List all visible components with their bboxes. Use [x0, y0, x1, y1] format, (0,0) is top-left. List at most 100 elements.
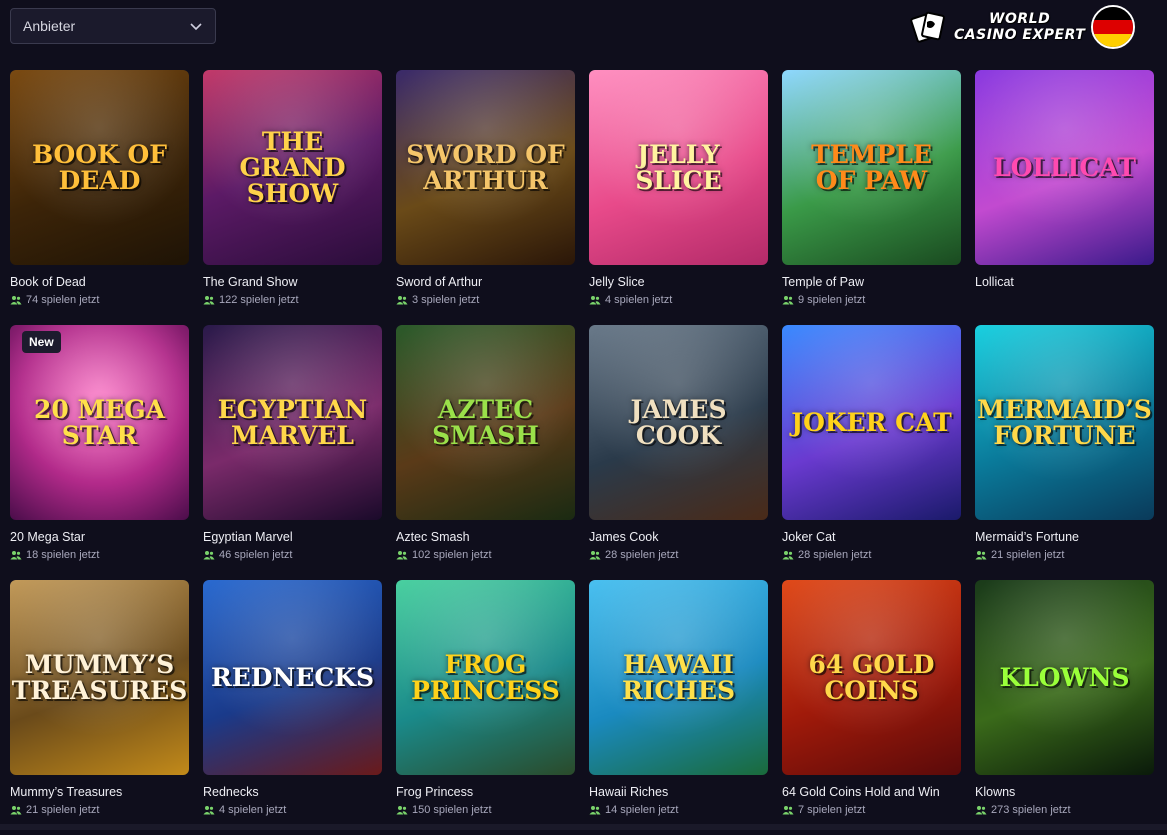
game-title[interactable]: Mummy’s Treasures: [10, 785, 189, 799]
provider-filter-label: Anbieter: [23, 18, 76, 34]
users-icon: [10, 806, 22, 815]
provider-filter-select[interactable]: Anbieter: [10, 8, 216, 44]
game-logo-art: Joker Cat: [791, 407, 952, 437]
game-thumbnail[interactable]: Jelly Slice: [589, 70, 768, 265]
new-badge: New: [22, 331, 61, 353]
game-title[interactable]: Book of Dead: [10, 275, 189, 289]
game-card[interactable]: Frog Princess Frog Princess 150 spielen je…: [396, 580, 575, 835]
game-logo-art: Hawaii Riches: [621, 649, 736, 705]
game-title[interactable]: James Cook: [589, 530, 768, 544]
game-card[interactable]: 64 Gold Coins 64 Gold Coins Hold and Win 7…: [782, 580, 961, 835]
game-logo-art: Sword of Arthur: [406, 139, 565, 195]
game-thumbnail[interactable]: Frog Princess: [396, 580, 575, 775]
game-logo-art: 20 Mega Star: [34, 394, 165, 450]
game-card[interactable]: Sword of Arthur Sword of Arthur 3 spielen …: [396, 70, 575, 325]
game-title[interactable]: Jelly Slice: [589, 275, 768, 289]
players-count-text: 102 spielen jetzt: [412, 549, 492, 561]
game-title[interactable]: 64 Gold Coins Hold and Win: [782, 785, 961, 799]
logo-line-2: CASINO EXPERT: [954, 27, 1086, 43]
germany-flag-icon[interactable]: [1091, 5, 1136, 49]
game-thumbnail[interactable]: Aztec Smash: [396, 325, 575, 520]
game-thumbnail[interactable]: Joker Cat: [782, 325, 961, 520]
players-count-text: 7 spielen jetzt: [798, 804, 866, 816]
game-thumbnail[interactable]: Sword of Arthur: [396, 70, 575, 265]
users-icon: [203, 296, 215, 305]
players-count: 74 spielen jetzt: [10, 294, 189, 306]
game-title[interactable]: Joker Cat: [782, 530, 961, 544]
game-title[interactable]: Frog Princess: [396, 785, 575, 799]
chevron-down-icon: [190, 23, 202, 31]
game-thumbnail[interactable]: Rednecks: [203, 580, 382, 775]
game-card[interactable]: Book of Dead Book of Dead 74 spielen jetzt: [10, 70, 189, 325]
players-count-text: 4 spielen jetzt: [605, 294, 673, 306]
players-count: 4 spielen jetzt: [589, 294, 768, 306]
game-thumbnail[interactable]: 64 Gold Coins: [782, 580, 961, 775]
game-card[interactable]: Mummy’s Treasures Mummy’s Treasures 21 spi…: [10, 580, 189, 835]
game-logo-art: Jelly Slice: [635, 139, 722, 195]
game-logo-art: Aztec Smash: [432, 394, 539, 450]
game-logo-art: Egyptian Marvel: [217, 394, 368, 450]
game-logo-art: Book of Dead: [31, 139, 168, 195]
users-icon: [589, 551, 601, 560]
players-count-text: 9 spielen jetzt: [798, 294, 866, 306]
players-count: 21 spielen jetzt: [10, 804, 189, 816]
game-thumbnail[interactable]: The Grand Show: [203, 70, 382, 265]
game-title[interactable]: Sword of Arthur: [396, 275, 575, 289]
users-icon: [396, 551, 408, 560]
game-title[interactable]: Lollicat: [975, 275, 1154, 289]
game-card[interactable]: Klowns Klowns 273 spielen jetzt: [975, 580, 1154, 835]
players-count: 4 spielen jetzt: [203, 804, 382, 816]
game-card[interactable]: Mermaid’s Fortune Mermaid’s Fortune 21 spi…: [975, 325, 1154, 580]
game-logo-art: Rednecks: [210, 662, 375, 692]
game-card[interactable]: Rednecks Rednecks 4 spielen jetzt: [203, 580, 382, 835]
game-logo-art: Mummy’s Treasures: [11, 649, 188, 705]
game-card[interactable]: Lollicat Lollicat: [975, 70, 1154, 325]
game-card[interactable]: Jelly Slice Jelly Slice 4 spielen jetzt: [589, 70, 768, 325]
game-thumbnail[interactable]: Egyptian Marvel: [203, 325, 382, 520]
game-thumbnail[interactable]: Hawaii Riches: [589, 580, 768, 775]
game-thumbnail[interactable]: Mermaid’s Fortune: [975, 325, 1154, 520]
world-casino-expert-logo[interactable]: WORLD CASINO EXPERT: [910, 5, 1140, 49]
game-card[interactable]: Temple of Paw Temple of Paw 9 spielen jetz…: [782, 70, 961, 325]
players-count-text: 14 spielen jetzt: [605, 804, 679, 816]
game-thumbnail[interactable]: Book of Dead: [10, 70, 189, 265]
players-count-text: 46 spielen jetzt: [219, 549, 293, 561]
game-card[interactable]: James Cook James Cook 28 spielen jetzt: [589, 325, 768, 580]
players-count: 150 spielen jetzt: [396, 804, 575, 816]
game-title[interactable]: Rednecks: [203, 785, 382, 799]
users-icon: [782, 551, 794, 560]
game-logo-art: James Cook: [630, 394, 727, 450]
game-logo-art: Klowns: [999, 662, 1130, 692]
game-title[interactable]: Hawaii Riches: [589, 785, 768, 799]
game-card[interactable]: Aztec Smash Aztec Smash 102 spielen jetzt: [396, 325, 575, 580]
players-count-text: 4 spielen jetzt: [219, 804, 287, 816]
players-count: 7 spielen jetzt: [782, 804, 961, 816]
game-title[interactable]: Temple of Paw: [782, 275, 961, 289]
users-icon: [782, 806, 794, 815]
game-thumbnail[interactable]: Lollicat: [975, 70, 1154, 265]
players-count-text: 28 spielen jetzt: [798, 549, 872, 561]
game-title[interactable]: Klowns: [975, 785, 1154, 799]
game-thumbnail[interactable]: Temple of Paw: [782, 70, 961, 265]
game-title[interactable]: Mermaid’s Fortune: [975, 530, 1154, 544]
players-count: 102 spielen jetzt: [396, 549, 575, 561]
game-card[interactable]: Joker Cat Joker Cat 28 spielen jetzt: [782, 325, 961, 580]
game-card[interactable]: Hawaii Riches Hawaii Riches 14 spielen jet…: [589, 580, 768, 835]
game-grid: Book of Dead Book of Dead 74 spielen jetzt…: [10, 70, 1154, 835]
cards-logo-icon: [910, 11, 945, 43]
game-thumbnail[interactable]: 20 Mega Star New: [10, 325, 189, 520]
game-title[interactable]: Egyptian Marvel: [203, 530, 382, 544]
game-thumbnail[interactable]: Klowns: [975, 580, 1154, 775]
game-card[interactable]: Egyptian Marvel Egyptian Marvel 46 spielen…: [203, 325, 382, 580]
users-icon: [203, 806, 215, 815]
game-title[interactable]: Aztec Smash: [396, 530, 575, 544]
game-title[interactable]: 20 Mega Star: [10, 530, 189, 544]
game-thumbnail[interactable]: Mummy’s Treasures: [10, 580, 189, 775]
bottom-edge: [0, 824, 1167, 830]
players-count: 9 spielen jetzt: [782, 294, 961, 306]
game-thumbnail[interactable]: James Cook: [589, 325, 768, 520]
game-card[interactable]: The Grand Show The Grand Show 122 spielen …: [203, 70, 382, 325]
game-card[interactable]: 20 Mega Star New 20 Mega Star 18 spielen je…: [10, 325, 189, 580]
users-icon: [975, 806, 987, 815]
game-title[interactable]: The Grand Show: [203, 275, 382, 289]
